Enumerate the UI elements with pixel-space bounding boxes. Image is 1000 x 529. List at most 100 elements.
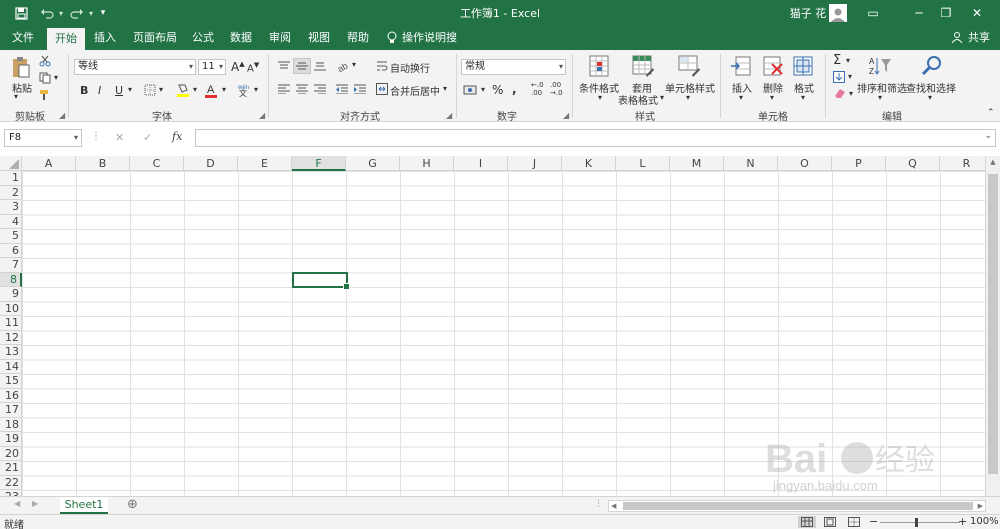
row-header[interactable]: 5 — [0, 229, 22, 244]
borders-icon[interactable] — [143, 83, 157, 97]
vertical-scrollbar[interactable]: ▲ — [985, 156, 1000, 496]
copy-icon[interactable] — [38, 71, 52, 85]
accounting-dropdown-icon[interactable]: ▾ — [481, 85, 485, 94]
scroll-up-icon[interactable]: ▲ — [988, 158, 998, 168]
delete-cells-icon[interactable] — [762, 54, 784, 78]
row-header[interactable]: 10 — [0, 302, 22, 316]
fill-color-dropdown-icon[interactable]: ▾ — [193, 85, 197, 94]
tab-split-handle[interactable]: ⋮ — [594, 499, 603, 509]
tab-data[interactable]: 数据 — [224, 26, 258, 50]
decrease-decimal-button[interactable]: .00 →.0 — [550, 81, 563, 97]
insert-cells-icon[interactable] — [730, 54, 752, 78]
font-color-icon[interactable]: A — [204, 82, 218, 98]
merge-center-button[interactable]: 合并后居中 — [390, 83, 440, 98]
page-break-view-icon[interactable] — [847, 516, 861, 528]
middle-align-icon[interactable] — [293, 58, 311, 74]
tab-help[interactable]: 帮助 — [341, 26, 375, 50]
delete-dropdown-icon[interactable]: ▾ — [770, 93, 774, 102]
row-header[interactable]: 13 — [0, 345, 22, 360]
column-header[interactable]: B — [76, 156, 130, 171]
row-header[interactable]: 21 — [0, 461, 22, 476]
increase-decimal-button[interactable]: ←.0.00 — [531, 81, 544, 97]
add-sheet-button[interactable]: ⊕ — [127, 497, 138, 512]
scroll-left-icon[interactable]: ◀ — [611, 502, 616, 510]
close-icon[interactable]: ✕ — [954, 0, 1000, 26]
formula-input[interactable]: ⌄ — [195, 129, 996, 147]
row-header[interactable]: 22 — [0, 476, 22, 490]
row-header[interactable]: 2 — [0, 186, 22, 200]
row-header[interactable]: 3 — [0, 200, 22, 215]
cell-styles-dropdown-icon[interactable]: ▾ — [686, 93, 690, 102]
clipboard-launcher-icon[interactable]: ◢ — [59, 111, 65, 120]
user-name[interactable]: 猫子 花 — [788, 0, 828, 26]
autosum-dropdown-icon[interactable]: ▾ — [846, 56, 850, 65]
column-header[interactable]: K — [562, 156, 616, 171]
borders-dropdown-icon[interactable]: ▾ — [159, 85, 163, 94]
phonetic-dropdown-icon[interactable]: ▾ — [254, 85, 258, 94]
number-launcher-icon[interactable]: ◢ — [563, 111, 569, 120]
italic-button[interactable]: I — [98, 84, 101, 97]
column-header[interactable]: P — [832, 156, 886, 171]
row-header[interactable]: 6 — [0, 244, 22, 258]
column-header[interactable]: G — [346, 156, 400, 171]
cell-styles-icon[interactable] — [677, 54, 701, 78]
column-header[interactable]: N — [724, 156, 778, 171]
align-right-icon[interactable] — [313, 82, 327, 96]
paste-icon[interactable] — [10, 54, 32, 80]
row-header[interactable]: 20 — [0, 447, 22, 461]
comma-style-button[interactable]: , — [512, 82, 517, 96]
fill-color-icon[interactable] — [176, 83, 190, 97]
increase-indent-icon[interactable] — [353, 82, 367, 96]
orientation-icon[interactable]: ab — [336, 59, 352, 73]
scroll-right-icon[interactable]: ▶ — [978, 502, 983, 510]
collapse-ribbon-icon[interactable]: ⌃ — [987, 108, 995, 118]
align-left-icon[interactable] — [277, 82, 291, 96]
format-as-table-dropdown-icon[interactable]: ▾ — [660, 93, 664, 102]
column-header[interactable]: Q — [886, 156, 940, 171]
tab-view[interactable]: 视图 — [302, 26, 336, 50]
find-select-icon[interactable] — [920, 54, 944, 78]
format-as-table-icon[interactable] — [631, 54, 655, 78]
row-header[interactable]: 8 — [0, 272, 22, 287]
row-header[interactable]: 15 — [0, 374, 22, 389]
sort-filter-dropdown-icon[interactable]: ▾ — [878, 93, 882, 102]
select-all-corner[interactable] — [0, 156, 22, 171]
column-header[interactable]: H — [400, 156, 454, 171]
row-header[interactable]: 12 — [0, 331, 22, 345]
cell-area[interactable] — [22, 171, 985, 496]
share-button[interactable]: 共享 — [966, 26, 992, 50]
row-header[interactable]: 17 — [0, 403, 22, 418]
tab-formulas[interactable]: 公式 — [186, 26, 220, 50]
zoom-slider[interactable] — [880, 518, 960, 527]
enter-entry-icon[interactable]: ✓ — [143, 131, 152, 144]
zoom-level[interactable]: 100% — [970, 516, 999, 527]
clear-dropdown-icon[interactable]: ▾ — [849, 89, 853, 98]
insert-dropdown-icon[interactable]: ▾ — [739, 93, 743, 102]
fill-icon[interactable] — [832, 70, 846, 84]
cut-icon[interactable] — [38, 54, 52, 68]
expand-formula-bar-icon[interactable]: ⌄ — [984, 131, 992, 141]
tab-review[interactable]: 审阅 — [263, 26, 297, 50]
clear-icon[interactable] — [832, 86, 848, 100]
wrap-text-icon[interactable] — [375, 59, 389, 73]
column-header[interactable]: J — [508, 156, 562, 171]
avatar[interactable] — [828, 0, 848, 26]
underline-button[interactable]: U — [115, 84, 123, 97]
zoom-in-button[interactable]: + — [958, 515, 967, 528]
copy-dropdown-icon[interactable]: ▾ — [54, 73, 58, 82]
format-painter-icon[interactable] — [38, 88, 52, 102]
row-header[interactable]: 18 — [0, 418, 22, 432]
number-format-select[interactable]: 常规 ▾ — [461, 59, 566, 75]
column-header[interactable]: C — [130, 156, 184, 171]
horizontal-scrollbar[interactable]: ◀ ▶ — [608, 500, 986, 512]
column-header[interactable]: D — [184, 156, 238, 171]
alignment-launcher-icon[interactable]: ◢ — [446, 111, 452, 120]
tab-home[interactable]: 开始 — [47, 28, 85, 50]
normal-view-icon[interactable] — [798, 516, 816, 528]
cancel-entry-icon[interactable]: ✕ — [115, 131, 124, 144]
decrease-font-size-button[interactable]: A▼ — [247, 61, 259, 74]
tab-file[interactable]: 文件 — [6, 26, 40, 50]
autosum-icon[interactable]: Σ — [833, 53, 841, 68]
tell-me-search[interactable]: 操作说明搜索 — [402, 26, 464, 68]
column-header[interactable]: O — [778, 156, 832, 171]
